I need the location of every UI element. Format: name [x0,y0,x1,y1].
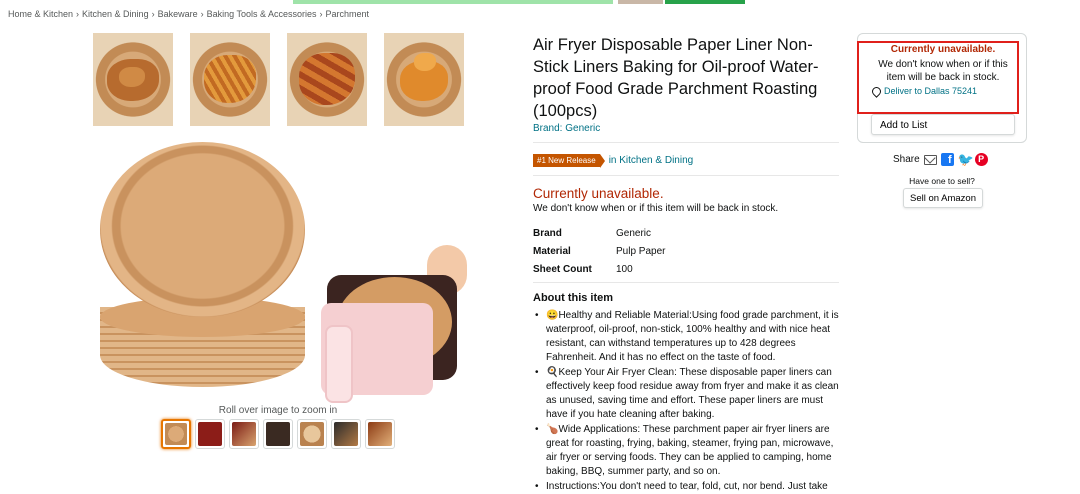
buybox-availability-detail: We don't know when or if this item will … [878,59,1008,83]
new-release-badge: #1 New Release [533,154,605,168]
deliver-to-label: Deliver to Dallas 75241 [884,86,978,96]
thumbnail-4[interactable] [263,419,293,449]
email-icon[interactable] [923,154,937,165]
pinterest-icon[interactable]: P [974,153,988,166]
spec-row: Material Pulp Paper [533,242,665,260]
location-pin-icon [870,84,883,98]
thumbnail-1[interactable] [161,419,191,449]
top-banner-strip [293,0,745,4]
sell-on-amazon-button[interactable]: Sell on Amazon [903,188,983,208]
thumbnail-7[interactable] [365,419,395,449]
thumbnail-5[interactable] [297,419,327,449]
deliver-to-link[interactable]: Deliver to Dallas 75241 [870,84,978,98]
spec-key: Brand [533,227,562,239]
share-row: Share f 🐦 P [893,153,988,166]
divider [533,142,839,143]
buybox-availability: Currently unavailable. [890,44,996,55]
best-seller-row: #1 New Release in Kitchen & Dining [533,154,694,168]
breadcrumb-home-kitchen[interactable]: Home & Kitchen [8,9,73,19]
thumbnail-3[interactable] [229,419,259,449]
spec-value: Pulp Paper [616,245,666,257]
product-title: Air Fryer Disposable Paper Liner Non-Sti… [533,36,819,120]
facebook-icon[interactable]: f [940,153,954,166]
image-tile-drumsticks [287,33,367,126]
spec-key: Material [533,245,571,257]
badge-category-link[interactable]: in Kitchen & Dining [609,155,694,166]
thumbnail-strip [161,419,395,449]
brand-link[interactable]: Brand: Generic [533,123,600,134]
about-bullet: 🍳Keep Your Air Fryer Clean: These dispos… [535,366,841,422]
image-tile-roast-chicken [93,33,173,126]
thumbnail-6[interactable] [331,419,361,449]
breadcrumb-kitchen-dining[interactable]: Kitchen & Dining [82,9,149,19]
share-label: Share [893,154,920,165]
thumbnail-2[interactable] [195,419,225,449]
breadcrumb-parchment[interactable]: Parchment [326,9,370,19]
main-product-image[interactable] [92,137,467,403]
divider [533,282,839,283]
add-to-list-button[interactable]: Add to List [871,114,1015,135]
spec-row: Sheet Count 100 [533,260,665,278]
spec-row: Brand Generic [533,224,665,242]
image-tile-shrimp [384,33,464,126]
spec-value: Generic [616,227,652,239]
product-specs-table: Brand Generic Material Pulp Paper Sheet … [533,224,665,278]
breadcrumb: Home & Kitchen › Kitchen & Dining › Bakeware… [8,9,370,19]
zoom-hint: Roll over image to zoom in [218,405,338,416]
about-section-title: About this item [533,292,614,304]
about-bullet: 😀Healthy and Reliable Material:Using foo… [535,309,841,365]
twitter-icon[interactable]: 🐦 [958,153,974,166]
spec-key: Sheet Count [533,263,592,275]
availability-status: Currently unavailable. [533,186,664,201]
image-tile-fries [190,33,270,126]
divider [533,175,839,176]
about-bullet: 🍗Wide Applications: These parchment pape… [535,423,841,479]
paper-liner-image [100,142,305,317]
breadcrumb-bakeware[interactable]: Bakeware [158,9,198,19]
breadcrumb-baking-tools[interactable]: Baking Tools & Accessories [207,9,317,19]
air-fryer-image [317,245,467,403]
about-bullet: Instructions:You don't need to tear, fol… [535,480,841,494]
have-one-to-sell: Have one to sell? [909,176,975,186]
about-bullets: 😀Healthy and Reliable Material:Using foo… [535,309,841,494]
spec-value: 100 [616,263,633,275]
availability-detail: We don't know when or if this item will … [533,203,779,214]
